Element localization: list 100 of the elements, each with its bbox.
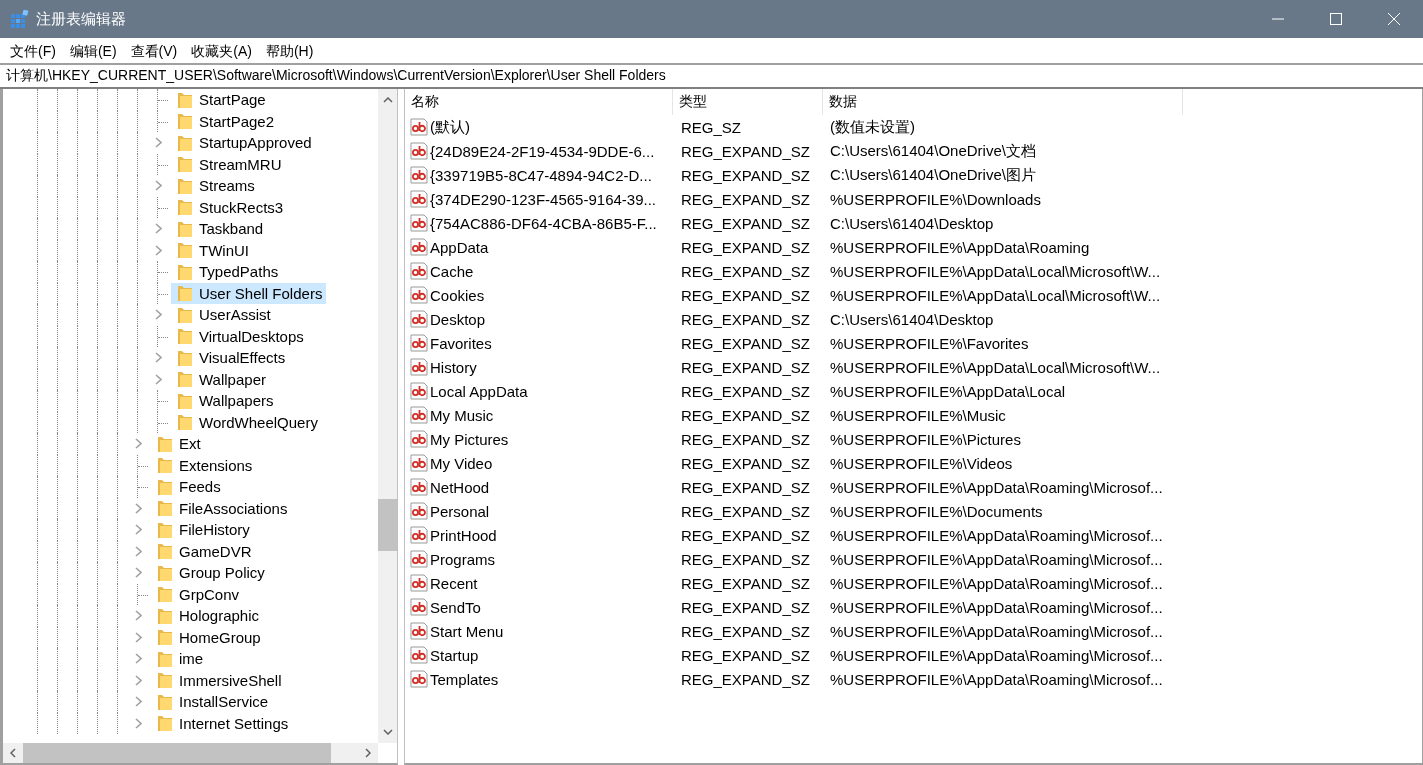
- maximize-icon: [1330, 13, 1342, 25]
- menu-item[interactable]: 查看(V): [123, 40, 185, 61]
- value-data: %USERPROFILE%\AppData\Roaming\Microsof...: [830, 646, 1163, 664]
- chevron-icon[interactable]: [155, 373, 162, 385]
- scrollbar-thumb[interactable]: [23, 743, 331, 763]
- chevron-icon[interactable]: [155, 244, 162, 256]
- scroll-down-icon[interactable]: [382, 729, 393, 735]
- horizontal-scrollbar[interactable]: [3, 743, 378, 763]
- tree-item[interactable]: VirtualDesktops: [171, 325, 308, 347]
- tree-item[interactable]: GameDVR: [151, 540, 256, 562]
- value-name: {754AC886-DF64-4CBA-86B5-F...: [430, 214, 657, 232]
- value-type: REG_EXPAND_SZ: [681, 262, 810, 280]
- scroll-up-icon[interactable]: [382, 97, 393, 103]
- tree-item[interactable]: ImmersiveShell: [151, 669, 286, 691]
- tree-item[interactable]: TWinUI: [171, 239, 253, 261]
- tree-item[interactable]: GrpConv: [151, 583, 244, 605]
- tree-item[interactable]: Holographic: [151, 605, 264, 627]
- value-type: REG_EXPAND_SZ: [681, 286, 810, 304]
- tree-item[interactable]: VisualEffects: [171, 347, 290, 369]
- folder-icon: [177, 370, 193, 389]
- menu-item[interactable]: 文件(F): [3, 40, 63, 61]
- tree-item[interactable]: Streams: [171, 175, 259, 197]
- value-name: (默认): [430, 117, 470, 137]
- folder-icon: [177, 219, 193, 238]
- value-type: REG_EXPAND_SZ: [681, 190, 810, 208]
- chevron-icon[interactable]: [135, 674, 142, 686]
- value-name: Startup: [430, 646, 479, 664]
- column-header[interactable]: 类型: [673, 89, 823, 115]
- folder-icon: [177, 176, 193, 195]
- tree-item[interactable]: Wallpapers: [171, 390, 278, 412]
- tree-item[interactable]: Feeds: [151, 476, 225, 498]
- chevron-icon[interactable]: [155, 180, 162, 192]
- menu-item[interactable]: 帮助(H): [258, 40, 321, 61]
- vertical-scrollbar[interactable]: [378, 89, 397, 743]
- folder-icon: [177, 133, 193, 152]
- chevron-icon[interactable]: [135, 438, 142, 450]
- chevron-icon[interactable]: [135, 610, 142, 622]
- value-name: Cookies: [430, 286, 485, 304]
- folder-icon: [177, 391, 193, 410]
- chevron-icon[interactable]: [135, 502, 142, 514]
- chevron-icon[interactable]: [135, 567, 142, 579]
- string-value-icon: [410, 526, 428, 544]
- tree-item[interactable]: Taskband: [171, 218, 268, 240]
- tree-item[interactable]: UserAssist: [171, 304, 275, 326]
- tree-item[interactable]: StartPage: [171, 89, 270, 111]
- string-value-icon: [410, 406, 428, 424]
- string-value-icon: [410, 430, 428, 448]
- value-name: History: [430, 358, 477, 376]
- string-value-icon: [410, 454, 428, 472]
- value-data: %USERPROFILE%\AppData\Local\Microsoft\W...: [830, 286, 1161, 304]
- tree-item[interactable]: StreamMRU: [171, 153, 286, 175]
- tree-item[interactable]: FileAssociations: [151, 497, 292, 519]
- value-type: REG_EXPAND_SZ: [681, 502, 810, 520]
- tree-item[interactable]: ime: [151, 648, 208, 670]
- string-value-icon: [410, 598, 428, 616]
- scroll-right-icon[interactable]: [365, 748, 371, 758]
- tree-item[interactable]: StartupApproved: [171, 132, 316, 154]
- tree-item[interactable]: InstallService: [151, 691, 273, 713]
- tree-item[interactable]: FileHistory: [151, 519, 254, 541]
- chevron-icon[interactable]: [135, 524, 142, 536]
- menu-item[interactable]: 收藏夹(A): [184, 40, 259, 61]
- tree-item[interactable]: Ext: [151, 433, 205, 455]
- menu-item[interactable]: 编辑(E): [62, 40, 124, 61]
- tree-item[interactable]: StuckRects3: [171, 196, 288, 218]
- string-value-icon: [410, 286, 428, 304]
- chevron-icon[interactable]: [135, 545, 142, 557]
- scrollbar-thumb[interactable]: [378, 499, 397, 551]
- chevron-icon[interactable]: [155, 309, 162, 321]
- value-data: %USERPROFILE%\AppData\Local\Microsoft\W...: [830, 262, 1161, 280]
- value-name: Templates: [430, 670, 499, 688]
- string-value-icon: [410, 478, 428, 496]
- column-header[interactable]: 名称: [405, 89, 673, 115]
- string-value-icon: [410, 118, 428, 136]
- value-type: REG_EXPAND_SZ: [681, 358, 810, 376]
- value-name: PrintHood: [430, 526, 497, 544]
- address-bar[interactable]: 计算机\HKEY_CURRENT_USER\Software\Microsoft\Windows\CurrentVersion\Explorer\User Shell Folders: [0, 63, 1423, 89]
- string-value-icon: [410, 310, 428, 328]
- tree-item[interactable]: Internet Settings: [151, 712, 293, 734]
- chevron-icon[interactable]: [135, 653, 142, 665]
- chevron-icon[interactable]: [135, 717, 142, 729]
- column-header[interactable]: 数据: [823, 89, 1183, 115]
- value-type: REG_EXPAND_SZ: [681, 238, 810, 256]
- tree-item[interactable]: StartPage2: [171, 110, 279, 132]
- chevron-icon[interactable]: [135, 696, 142, 708]
- chevron-icon[interactable]: [135, 631, 142, 643]
- chevron-icon[interactable]: [155, 352, 162, 364]
- tree-item[interactable]: Wallpaper: [171, 368, 270, 390]
- chevron-icon[interactable]: [155, 137, 162, 149]
- string-value-icon: [410, 622, 428, 640]
- tree-item[interactable]: User Shell Folders: [171, 282, 327, 304]
- tree-item[interactable]: HomeGroup: [151, 626, 265, 648]
- tree-item[interactable]: Group Policy: [151, 562, 269, 584]
- tree-item[interactable]: Extensions: [151, 454, 257, 476]
- chevron-icon[interactable]: [155, 223, 162, 235]
- tree-item[interactable]: TypedPaths: [171, 261, 283, 283]
- tree-item[interactable]: WordWheelQuery: [171, 411, 322, 433]
- scroll-left-icon[interactable]: [10, 748, 16, 758]
- value-name: {24D89E24-2F19-4534-9DDE-6...: [430, 142, 655, 160]
- folder-icon: [177, 327, 193, 346]
- folder-icon: [157, 520, 173, 539]
